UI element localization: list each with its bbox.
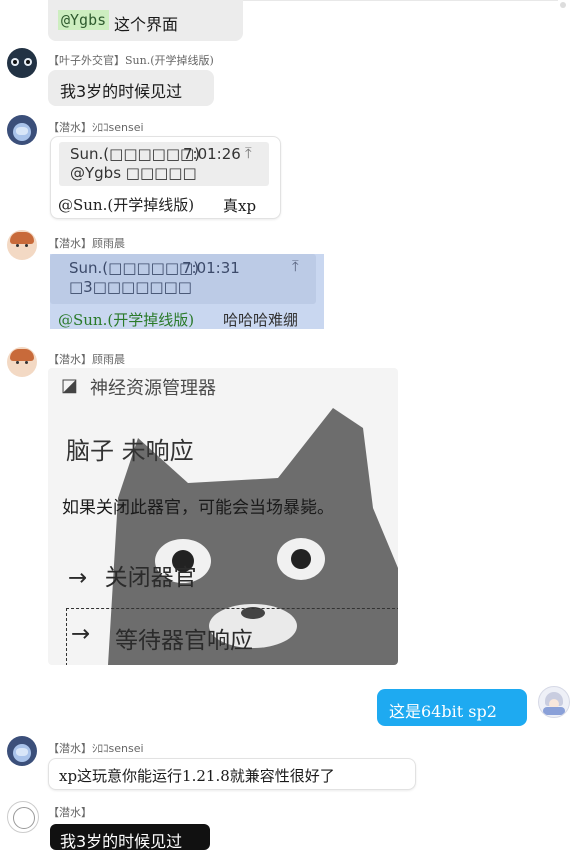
message-bubble[interactable]: 我3岁的时候见过 bbox=[48, 70, 214, 106]
quote-text: □3□□□□□□□ bbox=[69, 278, 192, 296]
message-text: 这个界面 bbox=[114, 15, 179, 34]
message-text: 我3岁的时候见过 bbox=[60, 82, 183, 101]
wait-organ-option[interactable]: → 等待器官响应 bbox=[66, 608, 398, 665]
sender-name[interactable]: 【潜水】ｼﾛｺsensei bbox=[48, 740, 144, 756]
dialog-body: 如果关闭此器官，可能会当场暴毙。 bbox=[62, 498, 334, 518]
jump-to-quote-icon[interactable]: ⤒ bbox=[292, 257, 299, 275]
sender-name[interactable]: 【潜水】顾雨晨 bbox=[48, 351, 125, 367]
message-text: 哈哈哈难绷 bbox=[223, 311, 299, 329]
sender-name[interactable]: 【潜水】顾雨晨 bbox=[48, 235, 125, 251]
self-message-bubble[interactable]: 这是64bit sp2 bbox=[377, 689, 527, 726]
mention-tag[interactable]: @Sun.(开学掉线版) bbox=[58, 309, 194, 330]
sender-name[interactable]: 【潜水】 bbox=[48, 804, 92, 820]
reply-bubble[interactable]: Sun.(□□□□□□) 7:01:26 ⤒ @Ygbs □□□□□ @Sun.… bbox=[50, 136, 281, 219]
message-bubble[interactable]: 我3岁的时候见过 bbox=[50, 824, 210, 851]
sender-name[interactable]: 【叶子外交官】Sun.(开学掉线版) bbox=[48, 52, 214, 68]
quote-author: Sun.(□□□□□□) bbox=[69, 259, 200, 277]
quote-time: 7:01:31 bbox=[182, 259, 240, 277]
avatar[interactable] bbox=[7, 347, 37, 377]
sender-name[interactable]: 【潜水】ｼﾛｺsensei bbox=[48, 119, 144, 135]
message-bubble[interactable]: @Ygbs 这个界面 bbox=[48, 0, 243, 41]
avatar[interactable] bbox=[7, 115, 37, 145]
arrow-right-icon: → bbox=[68, 565, 88, 591]
avatar[interactable] bbox=[7, 736, 37, 766]
self-avatar[interactable] bbox=[538, 686, 570, 718]
avatar[interactable] bbox=[7, 48, 37, 78]
mention-tag[interactable]: @Ygbs bbox=[58, 10, 110, 30]
mention-tag[interactable]: @Sun.(开学掉线版) bbox=[58, 194, 194, 215]
reply-bubble-highlighted[interactable]: Sun.(□□□□□□) 7:01:31 ⤒ □3□□□□□□□ @Sun.(开… bbox=[50, 254, 324, 329]
message-text: 这是64bit sp2 bbox=[389, 702, 497, 721]
message-text: xp这玩意你能运行1.21.8就兼容性很好了 bbox=[59, 767, 335, 785]
option-label: 关闭器官 bbox=[104, 565, 197, 591]
quoted-message[interactable]: Sun.(□□□□□□) 7:01:26 ⤒ @Ygbs □□□□□ bbox=[59, 142, 269, 186]
message-text: 真xp bbox=[223, 197, 257, 215]
jump-to-quote-icon[interactable]: ⤒ bbox=[245, 144, 252, 162]
app-icon: ◪ bbox=[61, 375, 79, 396]
quote-author: Sun.(□□□□□□) bbox=[70, 145, 201, 163]
quoted-message[interactable]: Sun.(□□□□□□) 7:01:31 ⤒ □3□□□□□□□ bbox=[50, 254, 316, 304]
dialog-heading: 脑子 未响应 bbox=[66, 437, 194, 465]
avatar[interactable] bbox=[7, 230, 37, 260]
arrow-right-icon: → bbox=[71, 621, 91, 647]
scroll-marker bbox=[560, 2, 566, 8]
option-label: 等待器官响应 bbox=[115, 628, 253, 654]
quote-text: @Ygbs □□□□□ bbox=[70, 164, 197, 182]
quote-time: 7:01:26 bbox=[183, 145, 241, 163]
image-message[interactable]: ◪ 神经资源管理器 脑子 未响应 如果关闭此器官，可能会当场暴毙。 → 关闭器官… bbox=[48, 368, 398, 665]
message-text: 我3岁的时候见过 bbox=[60, 832, 183, 851]
avatar[interactable] bbox=[7, 801, 39, 833]
close-organ-option[interactable]: → 关闭器官 bbox=[68, 558, 197, 592]
dialog-title: 神经资源管理器 bbox=[90, 378, 216, 399]
message-bubble[interactable]: xp这玩意你能运行1.21.8就兼容性很好了 bbox=[48, 758, 416, 790]
